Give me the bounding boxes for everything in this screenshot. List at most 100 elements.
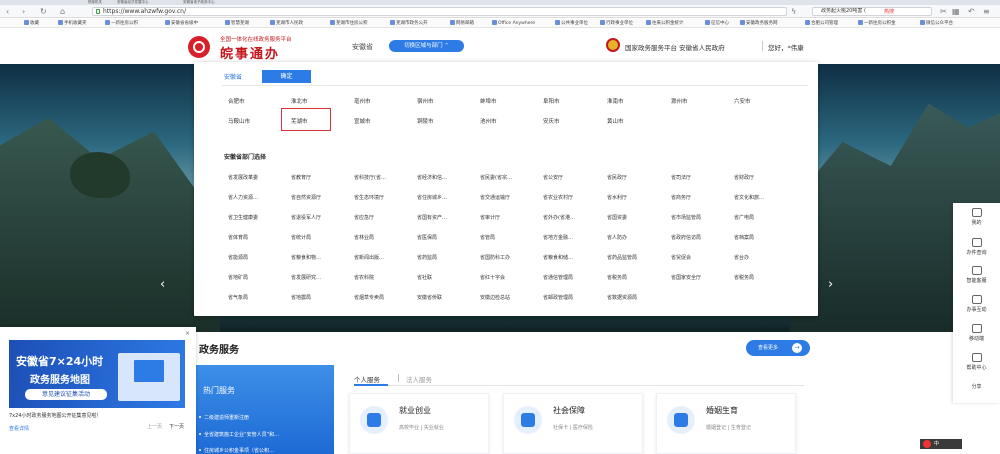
bookmark-item[interactable]: 行政事业单位 (600, 20, 633, 27)
department-option[interactable]: 省卫生健康委 (228, 214, 258, 221)
department-option[interactable]: 省科技厅(省… (354, 174, 386, 181)
department-option[interactable]: 省管局 (480, 234, 495, 241)
city-option[interactable]: 铜陵市 (417, 117, 434, 125)
department-option[interactable]: 省农科院 (354, 274, 374, 281)
department-option[interactable]: 省财政厅 (734, 174, 754, 181)
department-option[interactable]: 省林业局 (354, 234, 374, 241)
department-option[interactable]: 省交通运输厅 (480, 194, 510, 201)
department-option[interactable]: 省统计局 (291, 234, 311, 241)
share-button[interactable]: 分享 (953, 383, 1000, 390)
apps-icon[interactable]: ▦ (952, 7, 960, 16)
department-option[interactable]: 省人力资源… (228, 194, 258, 201)
department-option[interactable]: 省贸促会 (671, 254, 691, 261)
bookmark-item[interactable]: 安徽政务服务网 (740, 20, 778, 27)
bookmark-item[interactable]: 微信公众平台 (920, 20, 953, 27)
department-option[interactable]: 省粮食和物… (291, 254, 321, 261)
close-icon[interactable]: × (185, 330, 190, 337)
bookmark-item[interactable]: 一新往房公积 (105, 20, 138, 27)
dropdown-tab-province[interactable]: 安徽省 (224, 72, 242, 81)
hot-service-item[interactable]: 住房城乡公积金事项（省公积… (199, 447, 274, 454)
department-option[interactable]: 省农业农村厅 (543, 194, 573, 201)
department-option[interactable]: 省新闻出版… (354, 254, 384, 261)
department-option[interactable]: 省发展改革委 (228, 174, 258, 181)
department-option[interactable]: 省能源局 (228, 254, 248, 261)
mobile-button[interactable]: 移动端 (953, 324, 1000, 342)
department-option[interactable]: 省外办(省港… (543, 214, 575, 221)
bookmark-item[interactable]: Office Anywhere (492, 20, 535, 27)
city-option[interactable]: 宣城市 (354, 117, 371, 125)
city-option[interactable]: 滁州市 (671, 97, 688, 105)
department-option[interactable]: 省税务局 (734, 274, 754, 281)
tab-personal-services[interactable]: 个人服务 (354, 374, 380, 384)
bookmark-item[interactable]: 手机收藏夹 (58, 20, 87, 27)
banner-next-icon[interactable]: › (828, 278, 833, 292)
department-option[interactable]: 省档案局 (734, 234, 754, 241)
department-option[interactable]: 省国有资产… (417, 214, 447, 221)
city-option[interactable]: 安庆市 (543, 117, 560, 125)
national-platform-link[interactable]: 国家政务服务平台 安徽省人民政府 (625, 42, 725, 52)
department-option[interactable]: 省社联 (417, 274, 432, 281)
popup-prev-button[interactable]: 上一页 (147, 423, 162, 430)
banner-prev-icon[interactable]: ‹ (160, 278, 165, 292)
department-option[interactable]: 省地矿局 (228, 274, 248, 281)
case-query-button[interactable]: 办件查询 (953, 238, 1000, 256)
user-greeting[interactable]: 您好，*伟康 (768, 42, 804, 52)
forward-icon[interactable]: › (22, 7, 25, 16)
reload-icon[interactable]: ↻ (40, 7, 47, 16)
department-option[interactable]: 省粮食和储… (543, 254, 573, 261)
department-option[interactable]: 省药品监管局 (607, 254, 637, 261)
tab-corporate-services[interactable]: 法人服务 (406, 374, 432, 384)
city-option[interactable]: 淮北市 (291, 97, 308, 105)
bookmark-item[interactable]: 安徽省省级中 (165, 20, 198, 27)
bookmark-item[interactable]: 收藏 (24, 20, 39, 27)
department-option[interactable]: 省红十字会 (480, 274, 505, 281)
department-option[interactable]: 省数据资源局 (607, 294, 637, 301)
hot-search-label[interactable]: 热搜 (884, 8, 894, 15)
department-option[interactable]: 省台办 (734, 254, 749, 261)
bookmark-item[interactable]: 芜湖市住房公积 (330, 20, 368, 27)
department-option[interactable]: 省民委(省宗… (480, 174, 512, 181)
bookmark-item[interactable]: 智慧芜湖 (225, 20, 249, 27)
back-icon[interactable]: ‹ (6, 7, 9, 16)
city-option[interactable]: 六安市 (734, 97, 751, 105)
department-option[interactable]: 省住房城乡… (417, 194, 447, 201)
department-option[interactable]: 省司法厅 (671, 174, 691, 181)
site-title[interactable]: 皖事通办 (220, 43, 280, 62)
department-option[interactable]: 省市场监管局 (671, 214, 701, 221)
interaction-button[interactable]: 办事互动 (953, 295, 1000, 313)
department-option[interactable]: 省发展研究… (291, 274, 321, 281)
city-option[interactable]: 马鞍山市 (228, 117, 250, 125)
hot-service-item[interactable]: 二级建造师重新注册 (199, 414, 249, 421)
department-option[interactable]: 省商务厅 (671, 194, 691, 201)
department-option[interactable]: 省公安厅 (543, 174, 563, 181)
city-option[interactable]: 亳州市 (354, 97, 371, 105)
popup-next-button[interactable]: 下一页 (169, 423, 184, 430)
department-option[interactable]: 省人防办 (607, 234, 627, 241)
department-option[interactable]: 省医保局 (417, 234, 437, 241)
department-option[interactable]: 省地方金融… (543, 234, 573, 241)
department-option[interactable]: 省广电局 (734, 214, 754, 221)
city-option[interactable]: 阜阳市 (543, 97, 560, 105)
city-option[interactable]: 池州市 (480, 117, 497, 125)
department-option[interactable]: 省国资委 (607, 214, 627, 221)
bookmark-item[interactable]: 公共事业单位 (555, 20, 588, 27)
department-option[interactable]: 省国家安全厅 (671, 274, 701, 281)
city-option[interactable]: 淮南市 (607, 97, 624, 105)
department-option[interactable]: 省应急厅 (354, 214, 374, 221)
department-option[interactable]: 省地震局 (291, 294, 311, 301)
city-option[interactable]: 宿州市 (417, 97, 434, 105)
menu-icon[interactable]: ≡ (983, 7, 990, 16)
undo-icon[interactable]: ↶ (968, 7, 975, 16)
department-option[interactable]: 省民政厅 (607, 174, 627, 181)
department-option[interactable]: 省文化和旅… (734, 194, 764, 201)
department-option[interactable]: 省水利厅 (607, 194, 627, 201)
confirm-button[interactable]: 确定 (262, 70, 311, 83)
department-option[interactable]: 安徽边检总站 (480, 294, 510, 301)
smart-service-button[interactable]: 智能客服 (953, 266, 1000, 284)
bookmark-item[interactable]: 征信中心 (705, 20, 729, 27)
city-option[interactable]: 蚌埠市 (480, 97, 497, 105)
department-option[interactable]: 省退役军人厅 (291, 214, 321, 221)
department-option[interactable]: 省生态环境厅 (354, 194, 384, 201)
bookmark-item[interactable]: 芜湖市人民政 (270, 20, 303, 27)
switch-region-button[interactable]: 切换区域与部门 ⌃ (389, 40, 464, 52)
